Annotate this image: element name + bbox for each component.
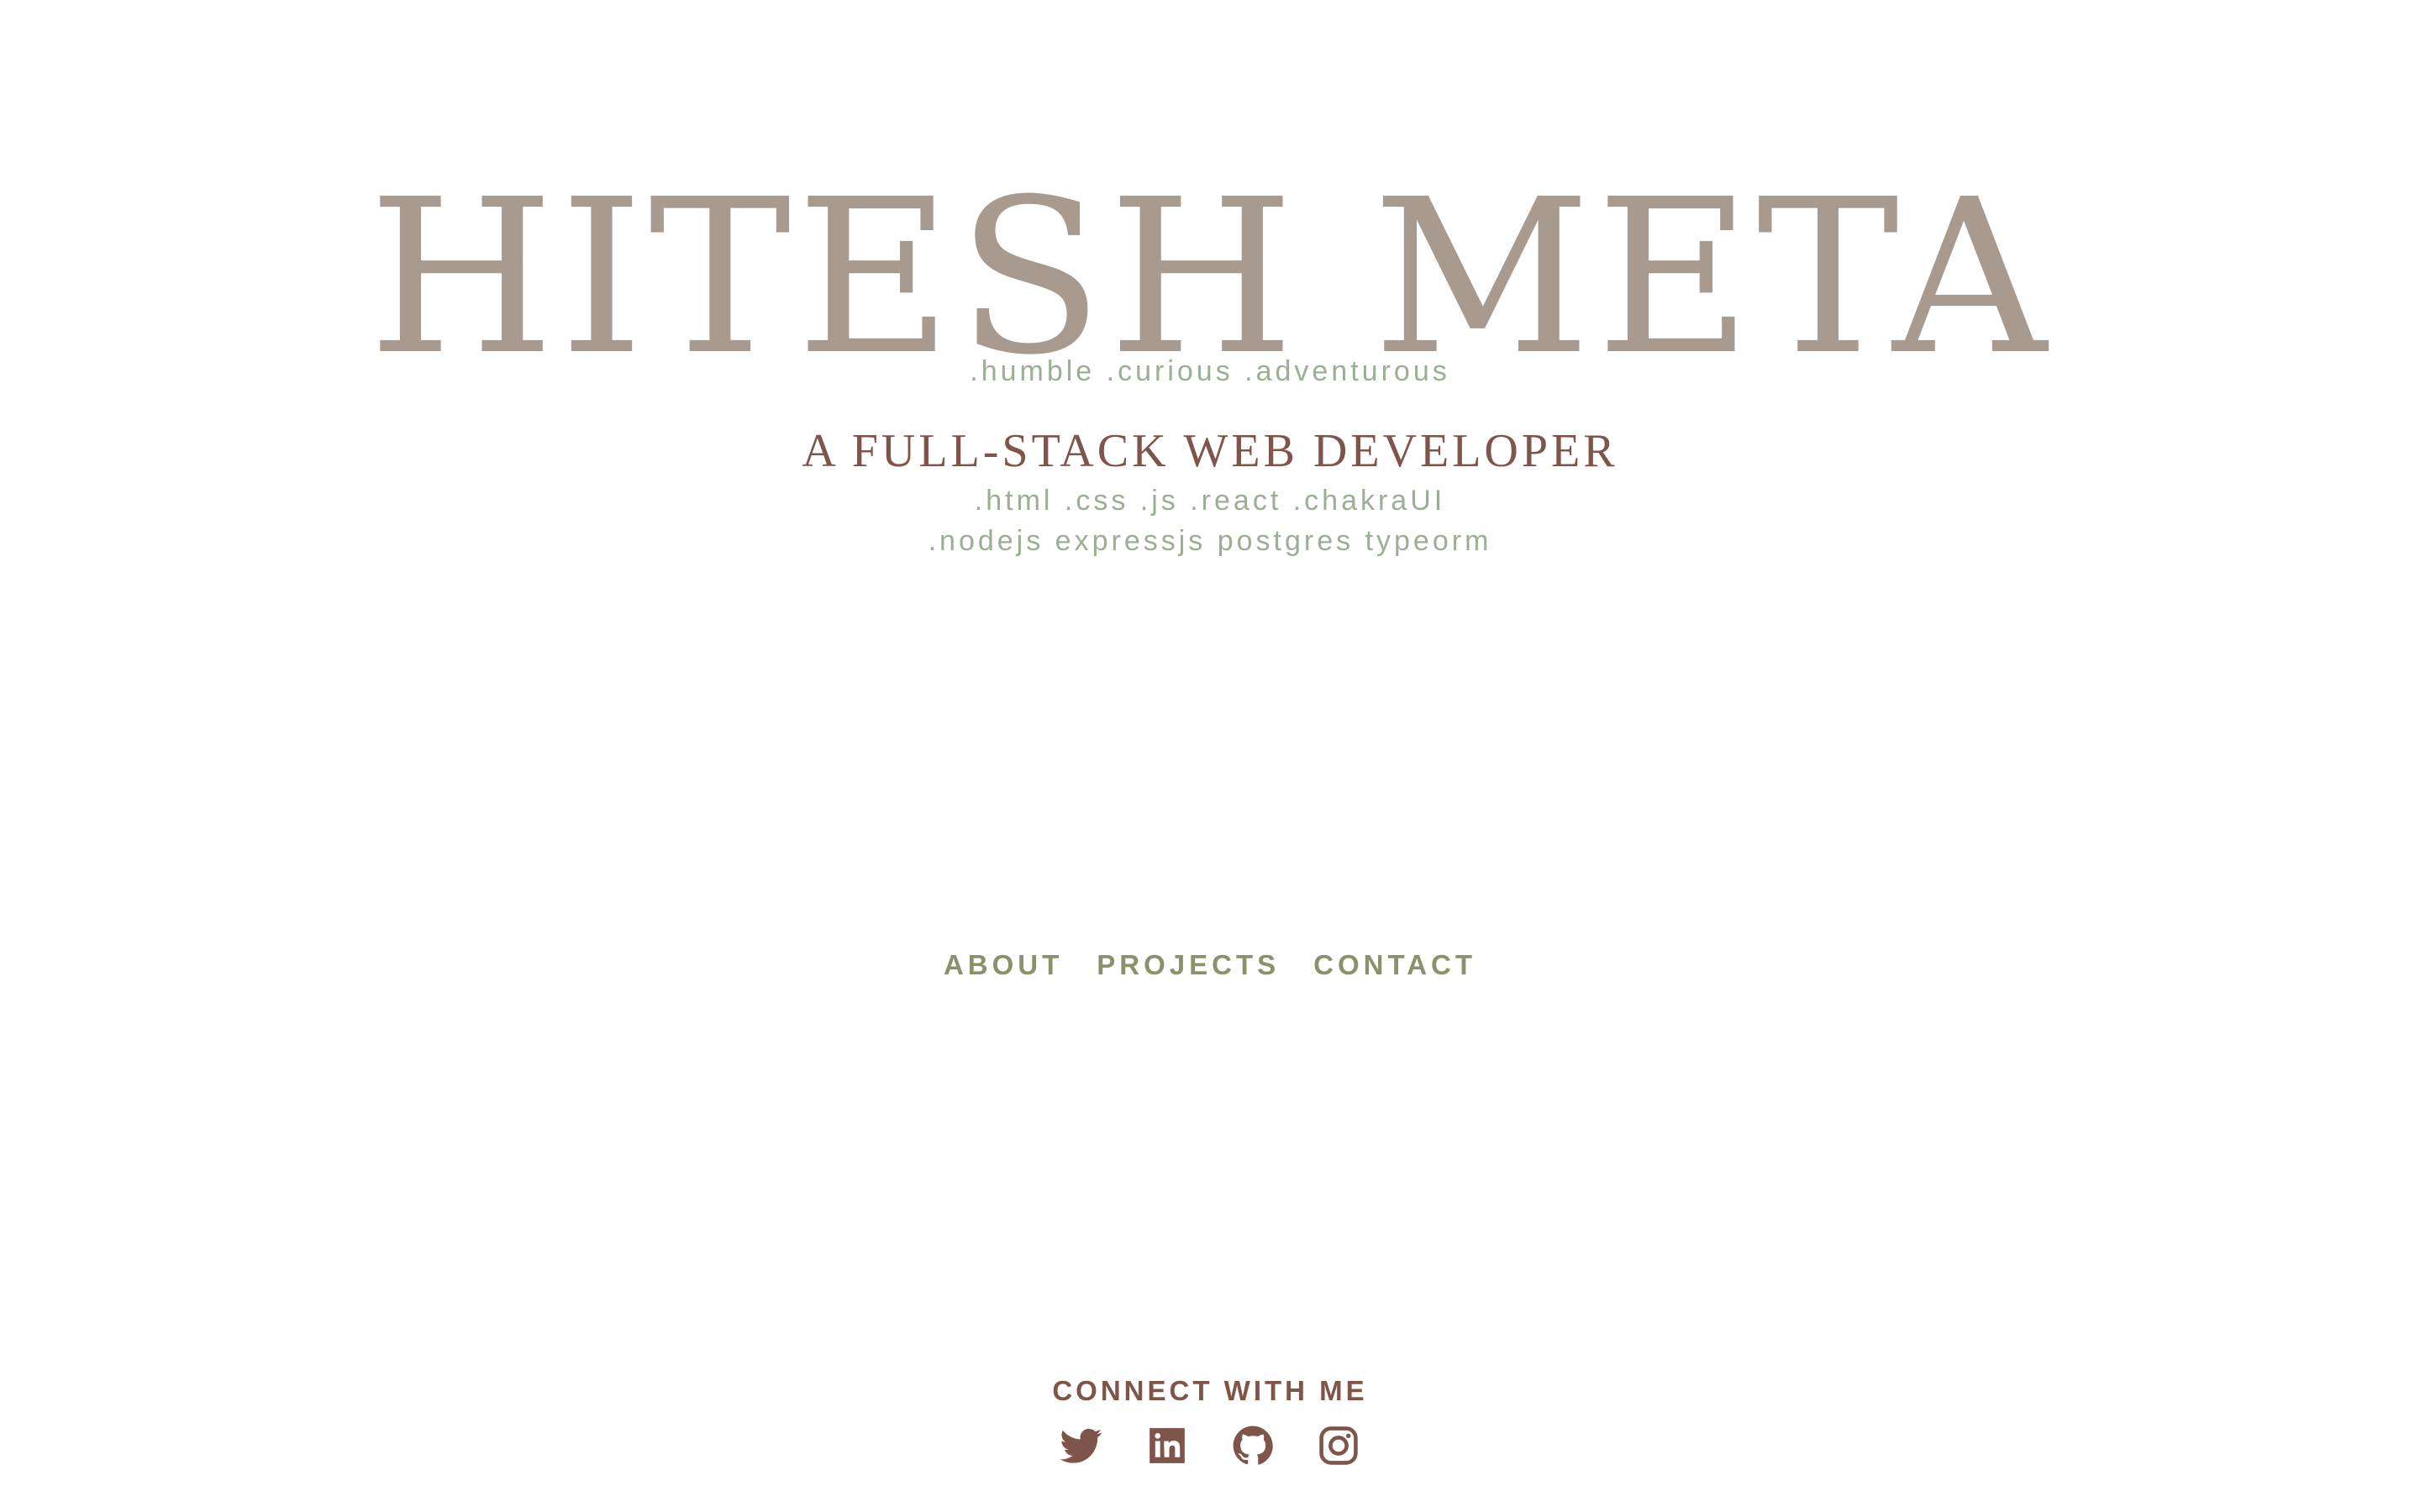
- social-links: [0, 1425, 2420, 1467]
- github-icon: [1233, 1425, 1273, 1465]
- nav-link-about[interactable]: ABOUT: [944, 946, 1063, 984]
- nav-link-projects[interactable]: PROJECTS: [1097, 946, 1280, 984]
- nav-link-contact[interactable]: CONTACT: [1313, 946, 1476, 984]
- instagram-link[interactable]: [1318, 1425, 1360, 1467]
- linkedin-link[interactable]: [1146, 1425, 1188, 1467]
- main-nav: ABOUT PROJECTS CONTACT: [0, 946, 2420, 984]
- tech-stack-backend: .nodejs expressjs postgres typeorm: [928, 525, 1492, 557]
- twitter-icon: [1060, 1429, 1102, 1463]
- traits-tagline: .humble .curious .adventurous: [970, 355, 1450, 387]
- connect-heading: CONNECT WITH ME: [1052, 1375, 1368, 1406]
- linkedin-icon: [1150, 1428, 1185, 1463]
- tech-stack-frontend: .html .css .js .react .chakraUI: [974, 485, 1446, 517]
- landing-page: HITESH META .humble .curious .adventurou…: [0, 0, 2420, 1512]
- twitter-link[interactable]: [1060, 1425, 1102, 1467]
- instagram-icon: [1319, 1426, 1358, 1465]
- role-heading: A FULL-STACK WEB DEVELOPER: [802, 425, 1618, 477]
- github-link[interactable]: [1232, 1425, 1274, 1467]
